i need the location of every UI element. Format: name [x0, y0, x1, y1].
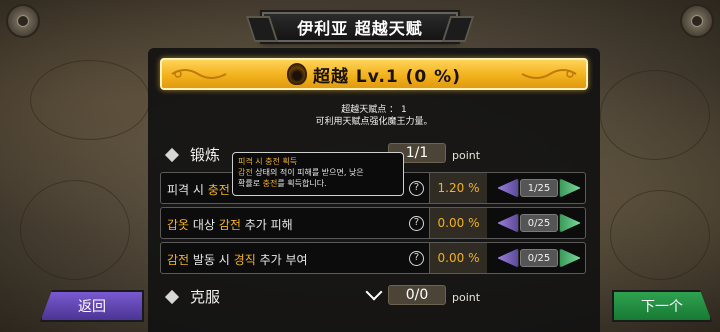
section-point-counter: 0/0	[388, 285, 446, 305]
back-button[interactable]: 返回	[40, 290, 144, 322]
talent-name: 감전 발동 시 경직 추가 부여	[167, 253, 308, 267]
chevron-down-icon[interactable]	[365, 283, 383, 301]
decrease-arrow-icon[interactable]	[497, 213, 519, 233]
help-icon[interactable]: ?	[409, 181, 424, 196]
level-title: 超越 Lv.1 (0 %)	[313, 66, 461, 87]
talent-level: 0/25	[520, 249, 558, 267]
talent-row[interactable]: 감전 발동 시 경직 추가 부여 ? 0.00 % 0/25	[160, 242, 586, 274]
talent-value: 0.00 %	[429, 243, 487, 273]
next-button[interactable]: 下一个	[612, 290, 712, 322]
talent-value: 1.20 %	[429, 173, 487, 203]
corner-ornament-icon	[680, 4, 714, 38]
page-title-bar: 伊利亚 超越天赋	[262, 12, 458, 42]
section-title: 锻炼	[190, 146, 221, 164]
point-unit-label: point	[452, 149, 481, 162]
tooltip-title: 피격 시 충전 획득	[238, 157, 298, 166]
decrease-arrow-icon[interactable]	[497, 248, 519, 268]
talent-value: 0.00 %	[429, 208, 487, 238]
talent-level: 1/25	[520, 179, 558, 197]
swirl-ornament-icon	[171, 69, 227, 79]
diamond-icon	[164, 289, 180, 305]
talent-name: 갑옷 대상 감전 추가 피해	[167, 218, 293, 232]
talent-points-hint: 可利用天赋点强化魔王力量。	[315, 117, 433, 127]
section-title: 克服	[190, 288, 221, 306]
talent-level: 0/25	[520, 214, 558, 232]
talent-row[interactable]: 갑옷 대상 감전 추가 피해 ? 0.00 % 0/25	[160, 207, 586, 239]
point-unit-label: point	[452, 291, 481, 304]
section-header-overcome[interactable]: 克服	[164, 286, 220, 307]
section-header-training[interactable]: 锻炼	[164, 144, 220, 165]
help-icon[interactable]: ?	[409, 251, 424, 266]
increase-arrow-icon[interactable]	[559, 248, 581, 268]
help-icon[interactable]: ?	[409, 216, 424, 231]
decrease-arrow-icon[interactable]	[497, 178, 519, 198]
talent-tooltip: 피격 시 충전 획득 감전 상태의 적이 피해를 받으면, 낮은 확률로 충전를…	[232, 152, 404, 196]
transcend-flame-icon	[287, 63, 307, 85]
tooltip-body-line: 감전 상태의 적이 피해를 받으면, 낮은	[238, 168, 364, 177]
corner-ornament-icon	[6, 4, 40, 38]
tooltip-body-line: 확률로 충전를 획득합니다.	[238, 179, 327, 188]
increase-arrow-icon[interactable]	[559, 213, 581, 233]
swirl-ornament-icon	[521, 69, 577, 79]
increase-arrow-icon[interactable]	[559, 178, 581, 198]
page-title: 伊利亚 超越天赋	[297, 19, 423, 38]
level-header: 超越 Lv.1 (0 %)	[160, 58, 588, 90]
diamond-icon	[164, 147, 180, 163]
